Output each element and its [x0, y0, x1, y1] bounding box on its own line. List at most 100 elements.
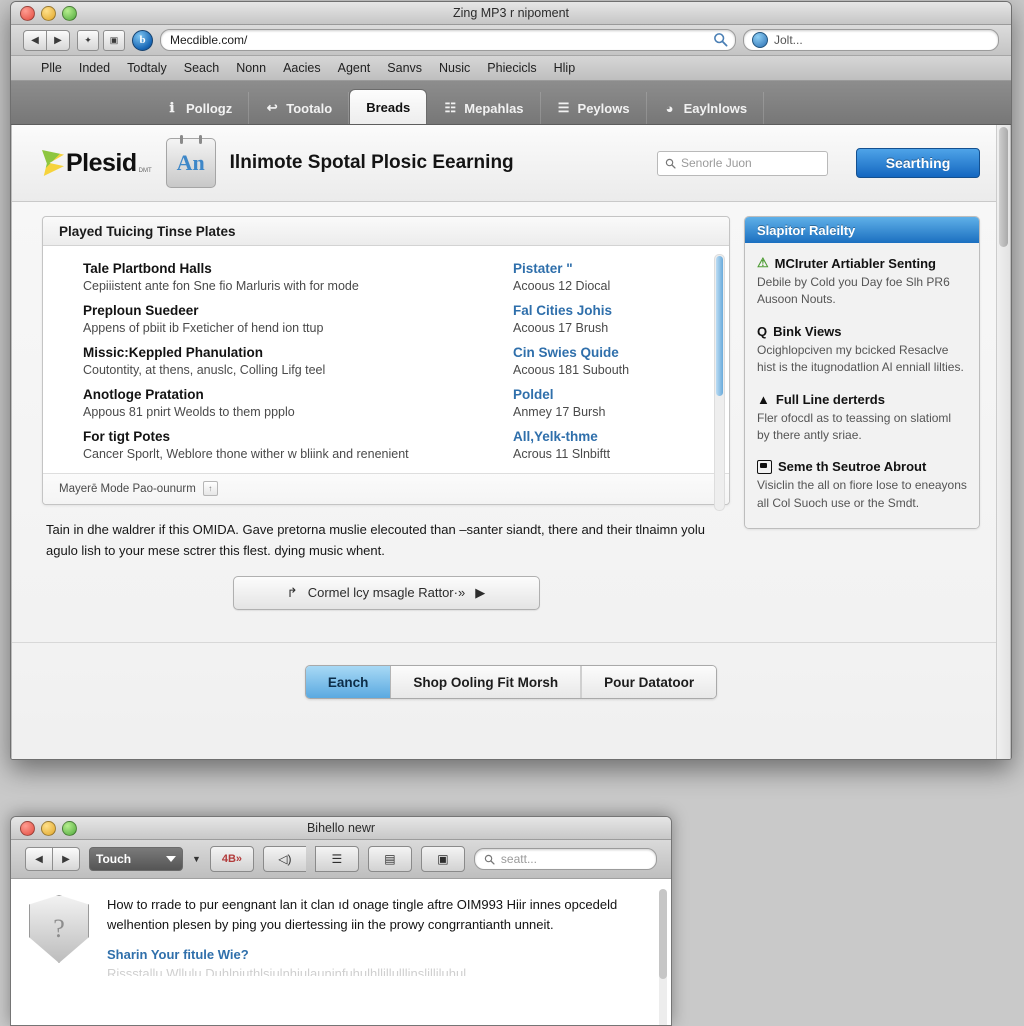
index-panel-button[interactable]: ▤ — [367, 846, 412, 872]
tab-breads[interactable]: Breads — [349, 89, 428, 124]
menu-item-addies[interactable]: Aacies — [283, 61, 321, 75]
sidebar-item-alert[interactable]: ⚠ MCIruter Artiabler Senting Debile by C… — [757, 255, 967, 309]
menu-item-today[interactable]: Todtaly — [127, 61, 167, 75]
search-button[interactable]: Searthing — [856, 148, 980, 178]
share-button[interactable]: ▣ — [420, 846, 465, 872]
view-mode-icon[interactable]: ▣ — [103, 29, 125, 51]
close-button[interactable] — [20, 821, 35, 836]
sidebar-item-fullline[interactable]: ▲ Full Line derterds Fler ofocdl as to t… — [757, 392, 967, 445]
speak-button[interactable]: ◁) — [262, 846, 306, 872]
arrow-curve-icon: ↱ — [286, 584, 298, 600]
list-scrollbar[interactable] — [714, 254, 725, 511]
tab-tootalo[interactable]: ↩ Tootalo — [249, 92, 350, 124]
list-item-meta: Acoous 17 Brush — [513, 321, 609, 335]
info-icon: ℹ — [169, 100, 175, 115]
site-search-input[interactable]: Senorle Juon — [657, 150, 828, 176]
list-item-link[interactable]: Cin Swies Quide — [513, 345, 703, 360]
list-item-subtitle: Appens of pbiit ib Fxeticher of hend ion… — [83, 321, 324, 335]
tab-peylows[interactable]: ☰ Peylows — [541, 92, 647, 124]
list-item-subtitle: Coutontity, at thens, anuslc, Colling Li… — [83, 363, 326, 377]
sidebar-panel: Slapitor Raleilty ⚠ MCIruter Artiabler S… — [744, 216, 980, 530]
secondary-window-titlebar: Bihello newr — [11, 817, 671, 840]
footer-button-datatoor[interactable]: Pour Datatoor — [582, 666, 717, 698]
sidebar-item-text: Debile by Cold you Day foe Slh PR6 Ausoo… — [757, 275, 950, 307]
page-scrollbar[interactable] — [996, 125, 1010, 759]
zoom-button[interactable] — [62, 6, 77, 21]
cta-container: ↱ Cormel lcy msagle Rattor·» ▶ — [42, 575, 730, 610]
secondary-content: ? How to rrade to pur eengnant lan it cl… — [11, 879, 671, 1025]
tab-pollogz[interactable]: ℹ Pollogz — [149, 92, 250, 124]
secondary-faint-text: Rissstallu Wllulu Duhlniuthlsiulnhiulaun… — [107, 966, 467, 977]
menu-item-index[interactable]: Inded — [79, 61, 110, 75]
list-item[interactable]: Anotloge Pratation Appous 81 pnirt Weold… — [43, 382, 729, 424]
window-controls — [20, 6, 77, 21]
minimize-button[interactable] — [41, 821, 56, 836]
forward-button[interactable]: ▶ — [53, 847, 80, 871]
list-item-aside: Cin Swies Quide Acoous 181 Subouth — [513, 345, 703, 377]
list-item-title: For tigt Potes — [83, 429, 170, 444]
list-view-button[interactable]: ☰ — [314, 846, 359, 872]
page-scrollbar-thumb[interactable] — [999, 127, 1008, 247]
footer-segmented-control: Eanch Shop Ooling Fit Morsh Pour Datatoo… — [304, 665, 718, 699]
sidebar-item-title-row: Seme th Seutroe Abrout — [757, 459, 967, 474]
picture-icon — [757, 459, 772, 474]
search-icon[interactable] — [713, 32, 728, 47]
menu-item-search[interactable]: Seach — [184, 61, 219, 75]
secondary-scrollbar[interactable] — [659, 889, 667, 1025]
back-button[interactable]: ◀ — [25, 847, 53, 871]
font-size-icon: 4B» — [221, 853, 243, 865]
menu-item-music[interactable]: Nusic — [439, 61, 470, 75]
menu-item-file[interactable]: Plle — [41, 61, 62, 75]
menu-item-prefs[interactable]: Phiecicls — [487, 61, 536, 75]
menu-item-agent[interactable]: Agent — [338, 61, 371, 75]
secondary-search-placeholder: seatt... — [500, 852, 537, 866]
bookmark-icon[interactable]: ✦ — [77, 29, 99, 51]
font-size-button[interactable]: 4B» — [209, 846, 254, 872]
sidebar-item-title: MCIruter Artiabler Senting — [774, 255, 936, 271]
back-button[interactable]: ◀ — [23, 29, 47, 51]
category-dropdown-value: Touch — [96, 852, 132, 866]
list-item[interactable]: Missic:Keppled Phanulation Coutontity, a… — [43, 340, 729, 382]
tab-eaylnlows[interactable]: ◕ Eaylnlows — [647, 92, 765, 124]
footer-button-shop[interactable]: Shop Ooling Fit Morsh — [391, 666, 583, 698]
site-search-placeholder: Senorle Juon — [681, 156, 752, 170]
sidebar-item-views[interactable]: Q Bink Views Ocighlopciven my bcicked Re… — [757, 324, 967, 377]
sidebar-item-source[interactable]: Seme th Seutroe Abrout Visiclin the all … — [757, 459, 967, 512]
secondary-search-input[interactable]: seatt... — [473, 848, 657, 870]
list-item[interactable]: For tigt Potes Cancer Sporlt, Weblore th… — [43, 424, 729, 466]
tab-label: Eaylnlows — [683, 100, 748, 116]
chevron-down-small-icon[interactable]: ▼ — [192, 854, 201, 864]
menu-item-help[interactable]: Hlip — [554, 61, 576, 75]
list-item[interactable]: Tale Plartbond Halls Cepiiistent ante fo… — [43, 256, 729, 298]
minimize-button[interactable] — [41, 6, 56, 21]
menu-item-norm[interactable]: Nonn — [236, 61, 266, 75]
list-item-link[interactable]: All,Yelk-thme — [513, 429, 703, 444]
list-item-link[interactable]: Pistater " — [513, 261, 703, 276]
forward-button[interactable]: ▶ — [47, 29, 70, 51]
list-item-link[interactable]: Fal Cities Johis — [513, 303, 703, 318]
search-icon — [665, 158, 676, 169]
site-logo[interactable]: Plesid DMT — [42, 149, 152, 178]
close-button[interactable] — [20, 6, 35, 21]
logo-text: Plesid — [66, 148, 137, 177]
cta-button[interactable]: ↱ Cormel lcy msagle Rattor·» ▶ — [232, 575, 540, 610]
list-item-aside: All,Yelk-thme Acrous 11 Slnbiftt — [513, 429, 703, 461]
body-paragraph: Tain in dhe waldrer if this OMIDA. Gave … — [46, 522, 706, 559]
secondary-scrollbar-thumb[interactable] — [659, 889, 667, 979]
category-dropdown[interactable]: Touch — [89, 847, 183, 871]
footer-button-eanch[interactable]: Eanch — [305, 666, 392, 698]
menu-item-sanvs[interactable]: Sanvs — [387, 61, 422, 75]
list-item-link[interactable]: Poldel — [513, 387, 703, 402]
list-item-aside: Poldel Anmey 17 Bursh — [513, 387, 703, 419]
toolbar-search-field[interactable]: Jolt... — [743, 29, 999, 51]
sidebar-item-title: Seme th Seutroe Abrout — [778, 459, 927, 475]
list-item[interactable]: Preploun Suedeer Appens of pbiit ib Fxet… — [43, 298, 729, 340]
zoom-button[interactable] — [62, 821, 77, 836]
question-mark-icon: Q — [757, 323, 768, 339]
address-bar[interactable]: Mecdible.com/ — [160, 29, 736, 51]
nav-button-group: ◀ ▶ — [23, 29, 70, 51]
tab-mepahlas[interactable]: ☷ Mepahlas — [427, 92, 541, 124]
list-scrollbar-thumb[interactable] — [716, 256, 723, 396]
expand-icon[interactable]: ↑ — [202, 481, 218, 496]
secondary-link[interactable]: Sharin Your fitule Wie? — [107, 947, 653, 962]
